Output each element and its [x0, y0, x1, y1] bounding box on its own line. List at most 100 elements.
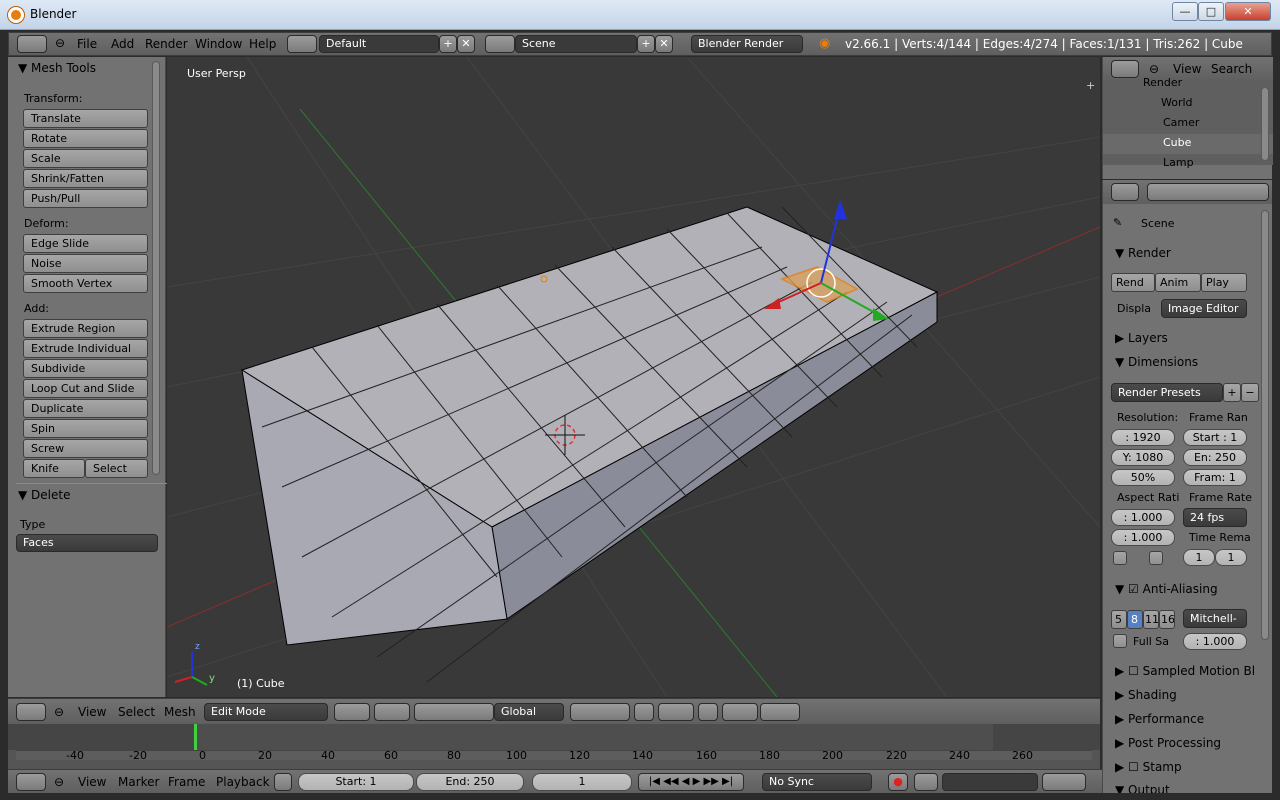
add-scene-icon[interactable]: +	[637, 35, 655, 53]
rotate-button[interactable]: Rotate	[23, 129, 148, 148]
noise-button[interactable]: Noise	[23, 254, 148, 273]
subdivide-button[interactable]: Subdivide	[23, 359, 148, 378]
extrude-individual-button[interactable]: Extrude Individual	[23, 339, 148, 358]
outliner-row-camera[interactable]: Camer	[1163, 116, 1199, 129]
aspect-y-field[interactable]: : 1.000	[1111, 529, 1175, 546]
timeline-view-menu[interactable]: View	[78, 775, 106, 789]
viewport-expand-icon[interactable]: +	[1086, 79, 1095, 92]
transform-orientation-dropdown[interactable]: Global	[494, 703, 564, 721]
minimize-button[interactable]: —	[1172, 2, 1198, 21]
timeline-editor[interactable]: -40 -20 0 20 40 60 80 100 120 140 160 18…	[8, 724, 1100, 769]
aa-samples-8-button[interactable]: 8	[1127, 610, 1143, 629]
screen-layout-field[interactable]: Default	[319, 35, 439, 53]
filter-size-field[interactable]: : 1.000	[1183, 633, 1247, 650]
marker-menu[interactable]: Marker	[118, 775, 159, 789]
collapse-menu-icon[interactable]: ⊖	[54, 775, 64, 789]
spin-button[interactable]: Spin	[23, 419, 148, 438]
full-sample-checkbox[interactable]	[1113, 634, 1127, 648]
duplicate-button[interactable]: Duplicate	[23, 399, 148, 418]
current-frame-marker[interactable]	[194, 724, 197, 750]
dimensions-panel-header[interactable]: ▼ Dimensions	[1115, 355, 1198, 369]
frame-rate-dropdown[interactable]: 24 fps	[1183, 508, 1247, 527]
resolution-percent-field[interactable]: 50%	[1111, 469, 1175, 486]
anti-aliasing-panel-header[interactable]: ▼ ☑ Anti-Aliasing	[1115, 582, 1218, 596]
render-animation-button[interactable]: Anim	[1155, 273, 1201, 292]
shrink-fatten-button[interactable]: Shrink/Fatten	[23, 169, 148, 188]
performance-panel-header[interactable]: ▶ Performance	[1115, 712, 1204, 726]
time-remap-new-field[interactable]: 1	[1215, 549, 1247, 566]
3d-editor-type-button[interactable]	[16, 703, 46, 721]
delete-panel-header[interactable]: ▼ Delete	[18, 488, 70, 502]
border-checkbox[interactable]	[1113, 551, 1127, 565]
render-panel-header[interactable]: ▼ Render	[1115, 246, 1171, 260]
outliner-list[interactable]: Render World Camer Cube Lamp	[1103, 76, 1273, 169]
extrude-region-button[interactable]: Extrude Region	[23, 319, 148, 338]
push-pull-button[interactable]: Push/Pull	[23, 189, 148, 208]
aa-samples-16-button[interactable]: 16	[1159, 610, 1175, 629]
render-presets-dropdown[interactable]: Render Presets	[1111, 383, 1223, 402]
pivot-point-dropdown[interactable]	[374, 703, 410, 721]
outliner-view-menu[interactable]: View	[1173, 62, 1201, 76]
current-frame-field[interactable]: 1	[532, 773, 632, 791]
collapse-menu-icon[interactable]: ⊖	[54, 705, 64, 719]
pin-icon[interactable]: ✎	[1113, 216, 1122, 229]
frame-step-field[interactable]: Fram: 1	[1183, 469, 1247, 486]
select-mode-buttons[interactable]	[570, 703, 630, 721]
screw-button[interactable]: Screw	[23, 439, 148, 458]
proportional-edit-dropdown[interactable]	[658, 703, 694, 721]
render-buttons[interactable]	[760, 703, 800, 721]
viewport-shading-dropdown[interactable]	[334, 703, 370, 721]
outliner-editor-type-button[interactable]	[1111, 60, 1139, 78]
frame-end-field[interactable]: En: 250	[1183, 449, 1247, 466]
properties-scrollbar[interactable]	[1261, 210, 1269, 640]
snap-element-dropdown[interactable]	[722, 703, 758, 721]
select-menu[interactable]: Select	[118, 705, 155, 719]
menu-render[interactable]: Render	[145, 37, 188, 51]
frame-start-field[interactable]: Start : 1	[1183, 429, 1247, 446]
delete-type-dropdown[interactable]: Faces	[16, 534, 158, 552]
scene-field[interactable]: Scene	[515, 35, 637, 53]
tool-shelf-scrollbar[interactable]	[152, 61, 160, 475]
play-animation-button[interactable]: Play	[1201, 273, 1247, 292]
playback-menu[interactable]: Playback	[216, 775, 270, 789]
post-processing-panel-header[interactable]: ▶ Post Processing	[1115, 736, 1221, 750]
timeline-editor-type-button[interactable]	[16, 773, 46, 791]
shading-panel-header[interactable]: ▶ Shading	[1115, 688, 1177, 702]
render-engine-dropdown[interactable]: Blender Render	[691, 35, 803, 53]
outliner-search-menu[interactable]: Search	[1211, 62, 1252, 76]
aa-samples-5-button[interactable]: 5	[1111, 610, 1127, 629]
output-panel-header[interactable]: ▼ Output	[1115, 783, 1170, 793]
frame-menu[interactable]: Frame	[168, 775, 205, 789]
timeline-ruler[interactable]: -40 -20 0 20 40 60 80 100 120 140 160 18…	[16, 749, 1092, 762]
stamp-panel-header[interactable]: ▶ ☐ Stamp	[1115, 760, 1182, 774]
sync-mode-dropdown[interactable]: No Sync	[762, 773, 872, 791]
render-image-button[interactable]: Rend	[1111, 273, 1155, 292]
mode-dropdown[interactable]: Edit Mode	[204, 703, 328, 721]
knife-button[interactable]: Knife	[23, 459, 85, 478]
start-frame-field[interactable]: Start: 1	[298, 773, 414, 791]
scene-icon[interactable]	[485, 35, 515, 53]
display-dropdown[interactable]: Image Editor	[1161, 299, 1247, 318]
screen-layout-icon[interactable]	[287, 35, 317, 53]
record-icon[interactable]: ●	[888, 773, 908, 791]
mesh-tools-header[interactable]: ▼ Mesh Tools	[18, 61, 96, 75]
remove-scene-icon[interactable]: ✕	[655, 35, 673, 53]
translate-button[interactable]: Translate	[23, 109, 148, 128]
scale-button[interactable]: Scale	[23, 149, 148, 168]
preview-range-icon[interactable]	[274, 773, 292, 791]
edge-slide-button[interactable]: Edge Slide	[23, 234, 148, 253]
keying-icon[interactable]	[914, 773, 938, 791]
remove-preset-icon[interactable]: −	[1241, 383, 1259, 402]
remove-layout-icon[interactable]: ✕	[457, 35, 475, 53]
properties-editor-type-button[interactable]	[1111, 183, 1139, 201]
aa-filter-dropdown[interactable]: Mitchell-	[1183, 609, 1247, 628]
close-button[interactable]: ✕	[1225, 2, 1271, 21]
outliner-row-render[interactable]: Render	[1143, 76, 1182, 89]
collapse-menu-icon[interactable]: ⊖	[55, 36, 65, 50]
properties-context-tabs[interactable]	[1147, 183, 1269, 201]
menu-add[interactable]: Add	[111, 37, 134, 51]
sampled-motion-blur-panel-header[interactable]: ▶ ☐ Sampled Motion Bl	[1115, 664, 1255, 678]
snap-toggle-icon[interactable]	[698, 703, 718, 721]
mesh-menu[interactable]: Mesh	[164, 705, 196, 719]
3d-viewport[interactable]: User Persp z y (1) Cube +	[167, 57, 1100, 697]
